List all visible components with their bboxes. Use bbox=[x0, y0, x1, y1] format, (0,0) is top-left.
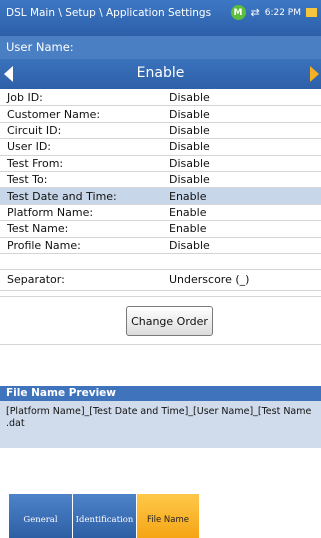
row-circuit-id[interactable]: Circuit ID: Disable bbox=[0, 123, 321, 140]
field-value: Enable bbox=[169, 222, 207, 236]
usb-icon: ⇄ bbox=[250, 6, 260, 19]
row-separator[interactable]: Separator: Underscore (_) bbox=[0, 270, 321, 291]
field-label: Job ID: bbox=[7, 91, 43, 105]
separator-value: Underscore (_) bbox=[169, 273, 250, 287]
row-test-to[interactable]: Test To: Disable bbox=[0, 172, 321, 189]
row-user-id[interactable]: User ID: Disable bbox=[0, 139, 321, 156]
clock: 6:22 PM bbox=[264, 7, 301, 18]
user-name-value: Enable bbox=[136, 65, 185, 81]
spacer-row bbox=[0, 254, 321, 270]
row-profile-name[interactable]: Profile Name: Disable bbox=[0, 238, 321, 254]
row-customer-name[interactable]: Customer Name: Disable bbox=[0, 106, 321, 123]
tab-bar: General Identification File Name bbox=[0, 494, 321, 538]
user-name-label: User Name: bbox=[0, 36, 321, 59]
field-value: Disable bbox=[169, 238, 210, 252]
field-label: Customer Name: bbox=[7, 107, 101, 121]
row-test-name[interactable]: Test Name: Enable bbox=[0, 221, 321, 238]
field-label: Profile Name: bbox=[7, 238, 81, 252]
field-label: Test Name: bbox=[7, 222, 69, 236]
field-label: User ID: bbox=[7, 140, 51, 154]
field-value: Disable bbox=[169, 156, 210, 170]
status-area: M ⇄ 6:22 PM bbox=[230, 5, 317, 20]
field-label: Test Date and Time: bbox=[7, 189, 117, 203]
preview-line-1: [Platform Name]_[Test Date and Time]_[Us… bbox=[6, 406, 312, 417]
tab-identification[interactable]: Identification bbox=[73, 494, 136, 538]
field-label: Platform Name: bbox=[7, 205, 94, 219]
field-list: Job ID: Disable Customer Name: Disable Cir… bbox=[0, 90, 321, 291]
title-bar: DSL Main \ Setup \ Application Settings … bbox=[0, 0, 321, 36]
field-label: Test From: bbox=[7, 156, 64, 170]
row-platform-name[interactable]: Platform Name: Enable bbox=[0, 205, 321, 222]
divider bbox=[0, 296, 321, 297]
breadcrumb: DSL Main \ Setup \ Application Settings bbox=[6, 7, 212, 19]
preview-line-2: .dat bbox=[6, 418, 25, 429]
tab-file-name[interactable]: File Name bbox=[137, 494, 199, 538]
field-label: Test To: bbox=[7, 173, 48, 187]
field-value: Disable bbox=[169, 91, 210, 105]
row-test-from[interactable]: Test From: Disable bbox=[0, 156, 321, 172]
divider bbox=[0, 344, 321, 345]
field-value: Disable bbox=[169, 173, 210, 187]
arrow-right-icon[interactable] bbox=[310, 66, 319, 82]
field-value: Enable bbox=[169, 189, 207, 203]
file-name-preview-title: File Name Preview bbox=[0, 386, 321, 401]
field-value: Disable bbox=[169, 123, 210, 137]
tab-general[interactable]: General bbox=[9, 494, 72, 538]
file-name-preview: [Platform Name]_[Test Date and Time]_[Us… bbox=[0, 401, 321, 448]
field-value: Disable bbox=[169, 107, 210, 121]
battery-icon bbox=[306, 8, 317, 17]
field-label: Circuit ID: bbox=[7, 123, 62, 137]
row-job-id[interactable]: Job ID: Disable bbox=[0, 90, 321, 107]
change-order-button[interactable]: Change Order bbox=[126, 306, 213, 336]
row-test-date-time[interactable]: Test Date and Time: Enable bbox=[0, 188, 321, 205]
field-value: Enable bbox=[169, 205, 207, 219]
field-value: Disable bbox=[169, 140, 210, 154]
user-name-selector[interactable]: Enable bbox=[0, 59, 321, 89]
separator-label: Separator: bbox=[7, 273, 65, 287]
status-badge: M bbox=[230, 5, 246, 20]
